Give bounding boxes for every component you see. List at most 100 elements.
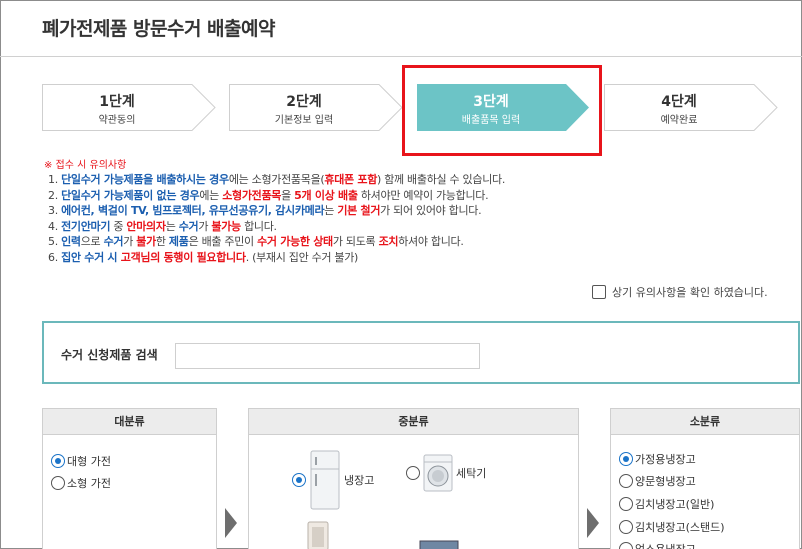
step-label: 1단계 — [99, 94, 135, 110]
middle-category-title: 중분류 — [249, 409, 578, 435]
notice-item: 3. 에어컨, 벽걸이 TV, 빔프로젝터, 유무선공유기, 감시카메라는 기본… — [48, 203, 505, 219]
radio-icon[interactable] — [619, 520, 633, 534]
notice-text: 수거 — [103, 235, 124, 249]
notice-text: 조치 — [378, 235, 399, 249]
option-label: 대형 가전 — [67, 455, 111, 468]
notice-text: 합니다. — [240, 219, 277, 233]
notice-text: 안마의자 — [126, 219, 166, 233]
search-input[interactable] — [175, 343, 480, 369]
notice-text: 가 — [123, 235, 137, 249]
notice-item: 5. 인력으로 수거가 불가한 제품은 배출 주민이 수거 가능한 상태가 되도… — [48, 234, 505, 250]
divider — [0, 56, 802, 57]
radio-icon[interactable] — [619, 474, 633, 488]
page-title: 폐가전제품 방문수거 배출예약 — [42, 18, 275, 40]
notice-text: 하셔야만 예약이 가능합니다. — [357, 188, 489, 202]
notice-list: 1. 단일수거 가능제품을 배출하시는 경우에는 소형가전품목을(휴대폰 포함)… — [48, 172, 505, 266]
notice-text: 고객님의 동행이 필요합니다 — [120, 250, 246, 264]
middle-category-panel: 중분류 냉장고 세탁기 — [248, 408, 579, 549]
current-step-highlight — [402, 65, 602, 156]
middle-option-washer[interactable]: 세탁기 — [406, 453, 486, 493]
search-label: 수거 신청제품 검색 — [61, 348, 158, 362]
confirm-checkbox-row[interactable]: 상기 유의사항을 확인 하였습니다. — [592, 284, 768, 300]
notice-text: 에어컨, 벽걸이 TV, 빔프로젝터, 유무선공유기, 감시카메라 — [61, 204, 325, 218]
major-option-large[interactable]: 대형 가전 — [51, 453, 111, 469]
tv-icon — [419, 540, 459, 549]
washing-machine-icon — [423, 454, 453, 492]
radio-icon[interactable] — [619, 497, 633, 511]
major-option-small[interactable]: 소형 가전 — [51, 475, 111, 491]
notice-text: 6. — [48, 250, 62, 264]
notice-text: 제품 — [168, 235, 189, 249]
notice-text: 가 — [198, 219, 212, 233]
minor-category-title: 소분류 — [611, 409, 799, 435]
step-sub: 예약완료 — [660, 115, 698, 126]
notice-text: 는 — [324, 204, 338, 218]
notice-text: 1. — [48, 173, 62, 186]
option-label: 양문형냉장고 — [635, 475, 696, 488]
notice-item: 1. 단일수거 가능제품을 배출하시는 경우에는 소형가전품목을(휴대폰 포함)… — [48, 172, 505, 188]
option-label: 가정용냉장고 — [635, 453, 696, 466]
notice-text: 휴대폰 포함 — [324, 173, 378, 186]
next-arrow-icon — [225, 508, 237, 538]
step-4: 4단계 예약완료 — [604, 84, 778, 131]
middle-option-fridge[interactable]: 냉장고 — [292, 449, 374, 511]
notice-text: 불가 — [136, 235, 156, 249]
notice-text: 불가능 — [211, 219, 241, 233]
minor-option-home-fridge[interactable]: 가정용냉장고 — [619, 451, 696, 467]
notice-text: 인력 — [61, 235, 81, 249]
confirm-label: 상기 유의사항을 확인 하였습니다. — [612, 286, 768, 299]
step-2: 2단계 기본정보 입력 — [229, 84, 403, 131]
step-1: 1단계 약관동의 — [42, 84, 216, 131]
refrigerator-icon — [310, 450, 340, 510]
notice-text: 2. — [48, 188, 62, 202]
minor-category-panel: 소분류 가정용냉장고 양문형냉장고 김치냉장고(일반) 김치냉장고(스탠드) 업… — [610, 408, 800, 549]
notice-text: 5. — [48, 235, 62, 249]
notice-text: . (부재시 집안 수거 불가) — [245, 250, 359, 264]
notice-heading: ※ 접수 시 유의사항 — [44, 160, 127, 171]
radio-selected-icon[interactable] — [51, 454, 65, 468]
notice-text: 5개 이상 배출 — [294, 188, 358, 202]
notice-text: ) 함께 배출하실 수 있습니다. — [377, 173, 506, 186]
notice-text: 수거 — [178, 219, 199, 233]
minor-option-kimchi-stand[interactable]: 김치냉장고(스탠드) — [619, 519, 725, 535]
notice-item: 6. 집안 수거 시 고객님의 동행이 필요합니다. (부재시 집안 수거 불가… — [48, 250, 505, 266]
notice-text: 집안 수거 시 — [61, 250, 121, 264]
notice-text: 수거 가능한 상태 — [257, 235, 333, 249]
minor-option-kimchi-general[interactable]: 김치냉장고(일반) — [619, 496, 714, 512]
notice-text: 기본 철거 — [337, 204, 381, 218]
notice-text: 을 — [281, 188, 295, 202]
radio-icon[interactable] — [51, 476, 65, 490]
major-category-title: 대분류 — [43, 409, 216, 435]
notice-text: 으로 — [80, 235, 104, 249]
option-label: 세탁기 — [456, 467, 487, 480]
minor-option-commercial[interactable]: 업소용냉장고 — [619, 541, 696, 549]
notice-text: 중 — [110, 219, 127, 233]
radio-icon[interactable] — [619, 542, 633, 549]
notice-text: 은 배출 주민이 — [188, 235, 258, 249]
notice-text: 3. — [48, 204, 62, 218]
notice-text: 단일수거 가능제품을 배출하시는 경우 — [61, 173, 229, 186]
notice-text: 전기안마기 — [61, 219, 111, 233]
search-panel: 수거 신청제품 검색 — [42, 321, 800, 384]
notice-text: 가 되어 있어야 합니다. — [380, 204, 482, 218]
radio-selected-icon[interactable] — [292, 473, 306, 487]
notice-text: 는 — [165, 219, 179, 233]
option-label: 냉장고 — [344, 474, 375, 487]
notice-text: 에는 소형가전품목을( — [228, 173, 325, 186]
step-label: 4단계 — [661, 94, 697, 110]
radio-selected-icon[interactable] — [619, 452, 633, 466]
air-purifier-icon — [307, 521, 329, 549]
notice-text: 하셔야 합니다. — [398, 235, 464, 249]
major-category-panel: 대분류 대형 가전 소형 가전 — [42, 408, 217, 549]
step-label: 2단계 — [286, 94, 322, 110]
notice-text: 단일수거 가능제품이 없는 경우 — [61, 188, 200, 202]
notice-item: 4. 전기안마기 중 안마의자는 수거가 불가능 합니다. — [48, 219, 505, 235]
step-sub: 약관동의 — [98, 115, 136, 126]
step-sub: 기본정보 입력 — [274, 115, 334, 126]
notice-text: 4. — [48, 219, 62, 233]
minor-option-side-by-side[interactable]: 양문형냉장고 — [619, 473, 696, 489]
radio-icon[interactable] — [406, 466, 420, 480]
option-label: 김치냉장고(스탠드) — [635, 521, 725, 534]
confirm-checkbox[interactable] — [592, 285, 606, 299]
notice-text: 에는 — [199, 188, 223, 202]
